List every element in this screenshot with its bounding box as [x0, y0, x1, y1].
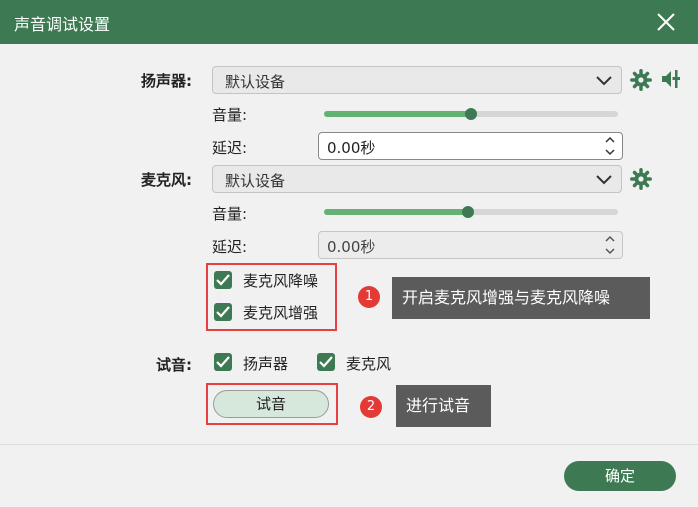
test-mic-label[interactable]: 麦克风 [346, 353, 391, 374]
check-icon [216, 306, 230, 318]
mic-volume-slider[interactable] [324, 206, 618, 218]
mic-device-select[interactable]: 默认设备 [212, 165, 622, 193]
window-title: 声音调试设置 [14, 15, 111, 34]
speaker-label: 扬声器: [141, 72, 192, 90]
speaker-device-select[interactable]: 默认设备 [212, 66, 622, 94]
slider-thumb[interactable] [465, 108, 477, 120]
speaker-delay-value: 0.00秒 [327, 139, 376, 157]
step-marker-1: 1 [358, 286, 380, 308]
speaker-volume-slider[interactable] [324, 108, 618, 120]
mic-label: 麦克风: [141, 171, 192, 189]
noise-reduction-checkbox[interactable] [214, 271, 232, 289]
mic-volume-label: 音量: [212, 205, 248, 223]
footer-divider [0, 444, 698, 445]
spin-arrows-icon[interactable] [604, 234, 616, 256]
enhance-label[interactable]: 麦克风增强 [243, 302, 318, 323]
step-tip-2: 进行试音 [396, 385, 491, 427]
speaker-adjust-icon[interactable] [660, 68, 682, 90]
slider-fill [324, 209, 469, 215]
chevron-down-icon [595, 73, 613, 89]
speaker-delay-input[interactable]: 0.00秒 [318, 132, 623, 160]
speaker-delay-label: 延迟: [212, 139, 248, 157]
speaker-device-value: 默认设备 [225, 73, 286, 91]
close-icon[interactable] [652, 8, 680, 36]
spin-arrows-icon[interactable] [604, 135, 616, 157]
test-label: 试音: [156, 356, 192, 374]
slider-fill [324, 111, 471, 117]
mic-delay-value: 0.00秒 [327, 238, 376, 256]
check-icon [216, 356, 230, 368]
check-icon [216, 274, 230, 286]
speaker-volume-label: 音量: [212, 106, 248, 124]
test-mic-checkbox[interactable] [317, 353, 335, 371]
noise-reduction-label[interactable]: 麦克风降噪 [243, 270, 318, 291]
ok-button[interactable]: 确定 [564, 461, 676, 491]
test-speaker-checkbox[interactable] [214, 353, 232, 371]
enhance-checkbox[interactable] [214, 303, 232, 321]
title-bar: 声音调试设置 [0, 0, 698, 44]
step-tip-1: 开启麦克风增强与麦克风降噪 [392, 277, 650, 319]
step-marker-2: 2 [360, 396, 382, 418]
gear-icon[interactable] [630, 168, 652, 190]
chevron-down-icon [595, 172, 613, 188]
mic-delay-label: 延迟: [212, 238, 248, 256]
slider-thumb[interactable] [462, 206, 475, 218]
gear-icon[interactable] [630, 69, 652, 91]
mic-device-value: 默认设备 [225, 172, 286, 190]
test-button[interactable]: 试音 [213, 390, 329, 418]
mic-delay-input[interactable]: 0.00秒 [318, 231, 623, 259]
test-speaker-label[interactable]: 扬声器 [243, 353, 288, 374]
check-icon [319, 356, 333, 368]
